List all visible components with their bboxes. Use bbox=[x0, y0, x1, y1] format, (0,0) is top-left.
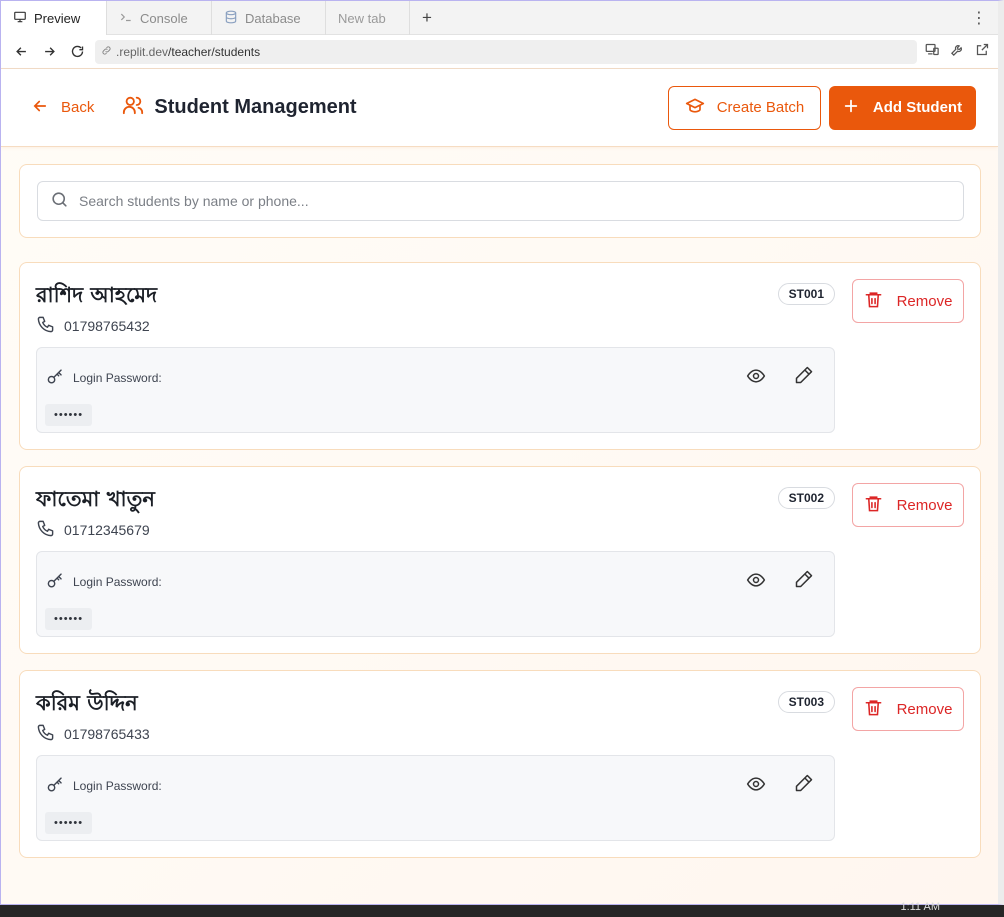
users-icon bbox=[122, 94, 144, 121]
create-batch-button[interactable]: Create Batch bbox=[668, 85, 821, 130]
tab-label: Preview bbox=[34, 10, 81, 26]
student-name: ফাতেমা খাতুন bbox=[36, 487, 155, 511]
student-card: করিম উদ্দিন 01798765433 ST003 Remove Log… bbox=[19, 670, 981, 858]
student-phone: 01712345679 bbox=[64, 522, 150, 538]
create-batch-label: Create Batch bbox=[716, 99, 805, 116]
search-placeholder: Search students by name or phone... bbox=[79, 193, 309, 209]
remove-label: Remove bbox=[896, 700, 953, 718]
page-title: Student Management bbox=[154, 96, 357, 118]
student-id-badge: ST001 bbox=[777, 283, 835, 305]
tab-new-tab[interactable]: New tab bbox=[326, 1, 410, 35]
pencil-icon[interactable] bbox=[794, 365, 814, 390]
more-menu-icon[interactable]: ⋮ bbox=[971, 1, 987, 35]
key-icon bbox=[46, 571, 65, 593]
remove-button[interactable]: Remove bbox=[852, 687, 964, 731]
app-root: Back Student Management Create Batch Add… bbox=[1, 69, 998, 904]
tab-console[interactable]: Console bbox=[107, 1, 212, 35]
student-phone: 01798765433 bbox=[64, 726, 150, 742]
link-icon bbox=[101, 45, 112, 59]
remove-label: Remove bbox=[896, 496, 953, 514]
tab-label: Database bbox=[245, 10, 301, 26]
student-card: রাশিদ আহমেদ 01798765432 ST001 Remove Log… bbox=[19, 262, 981, 450]
tab-label: New tab bbox=[338, 10, 386, 26]
remove-label: Remove bbox=[896, 292, 953, 310]
back-label: Back bbox=[61, 99, 95, 116]
eye-icon[interactable] bbox=[746, 366, 766, 391]
key-icon bbox=[46, 775, 65, 797]
url-field[interactable]: .replit.dev/teacher/students bbox=[95, 39, 917, 64]
password-masked: •••••• bbox=[45, 404, 93, 426]
search-icon bbox=[50, 190, 69, 212]
password-box: Login Password: •••••• bbox=[36, 551, 835, 637]
password-label: Login Password: bbox=[73, 575, 162, 589]
tab-label: Console bbox=[140, 10, 188, 26]
student-name: রাশিদ আহমেদ bbox=[36, 283, 158, 307]
wrench-icon[interactable] bbox=[950, 42, 965, 62]
arrow-left-icon bbox=[31, 97, 49, 119]
trash-icon bbox=[864, 494, 883, 517]
search-input[interactable]: Search students by name or phone... bbox=[37, 181, 964, 221]
devices-icon[interactable] bbox=[925, 42, 940, 62]
new-tab-button[interactable]: + bbox=[410, 1, 444, 34]
trash-icon bbox=[864, 290, 883, 313]
remove-button[interactable]: Remove bbox=[852, 483, 964, 527]
password-label: Login Password: bbox=[73, 779, 162, 793]
eye-icon[interactable] bbox=[746, 570, 766, 595]
address-bar: .replit.dev/teacher/students bbox=[1, 35, 998, 69]
search-card: Search students by name or phone... bbox=[19, 164, 981, 238]
add-student-label: Add Student bbox=[872, 99, 963, 116]
password-label: Login Password: bbox=[73, 371, 162, 385]
url-domain: .replit.dev bbox=[116, 44, 169, 59]
student-phone: 01798765432 bbox=[64, 318, 150, 334]
graduation-cap-icon bbox=[685, 96, 705, 120]
trash-icon bbox=[864, 698, 883, 721]
monitor-icon bbox=[13, 10, 27, 27]
student-list: রাশিদ আহমেদ 01798765432 ST001 Remove Log… bbox=[19, 262, 981, 874]
phone-icon bbox=[36, 519, 55, 541]
eye-icon[interactable] bbox=[746, 774, 766, 799]
plus-icon bbox=[843, 98, 859, 118]
tab-preview[interactable]: Preview bbox=[1, 1, 107, 35]
back-arrow-icon[interactable] bbox=[7, 38, 35, 66]
password-box: Login Password: •••••• bbox=[36, 755, 835, 841]
password-masked: •••••• bbox=[45, 812, 93, 834]
clock: 1:11 AM bbox=[900, 901, 940, 913]
phone-icon bbox=[36, 723, 55, 745]
terminal-icon bbox=[119, 10, 133, 27]
tab-bar: Preview Console Database New tab + ⋮ bbox=[1, 1, 998, 35]
back-button[interactable]: Back bbox=[31, 97, 94, 119]
phone-icon bbox=[36, 315, 55, 337]
os-taskbar: 1:11 AM bbox=[0, 901, 1004, 917]
database-icon bbox=[224, 10, 238, 27]
reload-icon[interactable] bbox=[63, 38, 91, 66]
remove-button[interactable]: Remove bbox=[852, 279, 964, 323]
password-box: Login Password: •••••• bbox=[36, 347, 835, 433]
student-name: করিম উদ্দিন bbox=[36, 691, 138, 715]
student-id-badge: ST002 bbox=[777, 487, 835, 509]
pencil-icon[interactable] bbox=[794, 569, 814, 594]
key-icon bbox=[46, 367, 65, 389]
password-masked: •••••• bbox=[45, 608, 93, 630]
forward-arrow-icon[interactable] bbox=[35, 38, 63, 66]
external-link-icon[interactable] bbox=[975, 42, 990, 62]
tab-database[interactable]: Database bbox=[212, 1, 326, 35]
page-header: Back Student Management Create Batch Add… bbox=[1, 69, 998, 147]
student-id-badge: ST003 bbox=[777, 691, 835, 713]
student-card: ফাতেমা খাতুন 01712345679 ST002 Remove Lo… bbox=[19, 466, 981, 654]
add-student-button[interactable]: Add Student bbox=[829, 85, 976, 130]
url-path: /teacher/students bbox=[168, 44, 261, 59]
browser-window: Preview Console Database New tab + ⋮ .re… bbox=[0, 0, 1004, 905]
pencil-icon[interactable] bbox=[794, 773, 814, 798]
